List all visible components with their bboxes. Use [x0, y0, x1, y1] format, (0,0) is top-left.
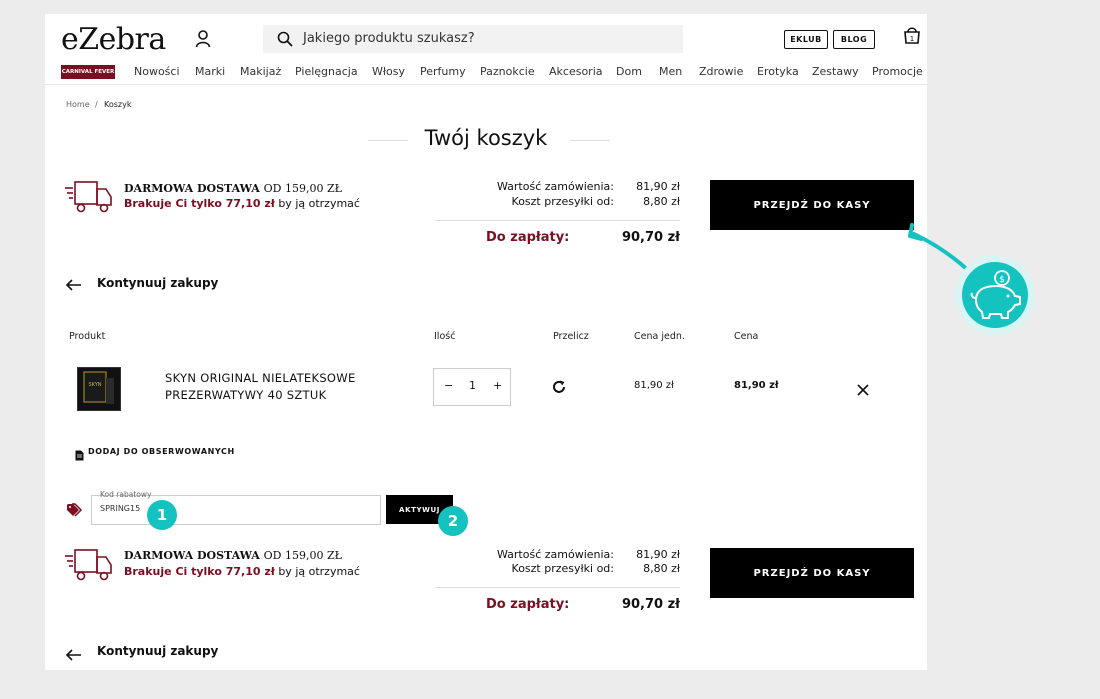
page: eZebra Jakiego produktu szukasz? EKLUB B…: [45, 14, 927, 670]
continue-shopping-link-bottom[interactable]: Kontynuuj zakupy: [97, 644, 218, 658]
delivery-truck-icon: [65, 180, 113, 218]
unit-price: 81,90 zł: [634, 380, 674, 391]
product-name-line1: SKYN ORIGINAL NIELATEKSOWE: [165, 371, 356, 385]
summary-divider-bottom: [435, 587, 680, 588]
col-head-price: Cena: [734, 331, 759, 342]
step-marker-1: 1: [147, 500, 177, 530]
quantity-stepper[interactable]: − 1 +: [433, 368, 511, 406]
qty-value[interactable]: 1: [469, 379, 476, 392]
free-delivery-missing: Brakuje Ci tylko 77,10 zł by ją otrzymać: [124, 197, 360, 210]
eklub-button[interactable]: EKLUB: [784, 30, 828, 49]
add-to-watchlist-link[interactable]: DODAJ DO OBSERWOWANYCH: [88, 447, 235, 456]
nav-promo-badge[interactable]: CARNIVAL FEVER: [61, 65, 115, 79]
qty-minus-button[interactable]: −: [444, 379, 453, 392]
nav-item-zdrowie[interactable]: Zdrowie: [699, 65, 743, 78]
nav-item-promocje[interactable]: Promocje: [872, 65, 923, 78]
product-image[interactable]: SKYN: [77, 367, 121, 411]
search-input[interactable]: Jakiego produktu szukasz?: [263, 25, 683, 53]
product-name-line2: PREZERWATYWY 40 SZTUK: [165, 388, 327, 402]
nav-item-marki[interactable]: Marki: [195, 65, 225, 78]
step-marker-2: 2: [438, 506, 468, 536]
tag-icon: [67, 502, 85, 521]
free-delivery-heading-bottom: DARMOWA DOSTAWA OD 159,00 ZŁ: [124, 549, 342, 562]
svg-text:SKYN: SKYN: [88, 382, 101, 388]
free-delivery-heading: DARMOWA DOSTAWA OD 159,00 ZŁ: [124, 182, 342, 195]
shipping-cost-value-bottom: 8,80 zł: [643, 562, 680, 575]
blog-button[interactable]: BLOG: [833, 30, 875, 49]
nav-item-dom[interactable]: Dom: [616, 65, 642, 78]
search-icon: [277, 31, 293, 51]
arrow-left-icon-bottom[interactable]: [65, 646, 82, 665]
col-head-recalc: Przelicz: [553, 331, 589, 342]
col-head-qty: Ilość: [434, 331, 456, 342]
qty-plus-button[interactable]: +: [493, 379, 502, 392]
nav-divider: [45, 84, 927, 85]
nav-item-paznokcie[interactable]: Paznokcie: [480, 65, 535, 78]
nav-item-men[interactable]: Men: [659, 65, 682, 78]
cart-icon[interactable]: 1: [903, 25, 921, 49]
page-title: Twój koszyk: [424, 126, 548, 150]
col-head-product: Produkt: [69, 331, 106, 342]
search-placeholder: Jakiego produktu szukasz?: [303, 31, 475, 46]
nav-item-nowosci[interactable]: Nowości: [134, 65, 180, 78]
summary-divider: [435, 220, 680, 221]
nav-item-makijaz[interactable]: Makijaż: [240, 65, 281, 78]
title-line-right: [570, 140, 610, 141]
nav-item-akcesoria[interactable]: Akcesoria: [549, 65, 603, 78]
delivery-truck-icon-bottom: [65, 548, 113, 586]
nav-item-pielegnacja[interactable]: Pielęgnacja: [295, 65, 358, 78]
breadcrumb-current: Koszyk: [104, 100, 132, 109]
piggy-bank-icon: $: [962, 262, 1028, 328]
document-icon: [75, 446, 84, 465]
shipping-cost-label-bottom: Koszt przesyłki od:: [511, 562, 614, 575]
coupon-value[interactable]: SPRING15: [100, 504, 140, 513]
free-delivery-missing-bottom: Brakuje Ci tylko 77,10 zł by ją otrzymać: [124, 565, 360, 578]
coupon-label: Kod rabatowy: [100, 490, 152, 499]
nav-item-erotyka[interactable]: Erotyka: [757, 65, 799, 78]
breadcrumb-home[interactable]: Home: [66, 100, 90, 109]
total-value: 90,70 zł: [621, 230, 680, 245]
continue-shopping-link[interactable]: Kontynuuj zakupy: [97, 276, 218, 290]
total-value-bottom: 90,70 zł: [621, 597, 680, 612]
total-label: Do zapłaty:: [486, 230, 570, 245]
total-label-bottom: Do zapłaty:: [486, 597, 570, 612]
checkout-button-bottom[interactable]: PRZEJDŹ DO KASY: [710, 548, 914, 598]
nav-item-zestawy[interactable]: Zestawy: [812, 65, 859, 78]
order-value-label: Wartość zamówienia:: [496, 180, 614, 193]
shipping-cost-value: 8,80 zł: [643, 195, 680, 208]
order-value: 81,90 zł: [636, 180, 680, 193]
nav-item-wlosy[interactable]: Włosy: [372, 65, 405, 78]
line-price: 81,90 zł: [734, 380, 779, 391]
recalculate-icon[interactable]: [552, 379, 566, 398]
logo[interactable]: eZebra: [61, 22, 166, 57]
shipping-cost-label: Koszt przesyłki od:: [511, 195, 614, 208]
checkout-button[interactable]: PRZEJDŹ DO KASY: [710, 180, 914, 230]
col-head-unit-price: Cena jedn.: [634, 331, 685, 342]
arrow-left-icon[interactable]: [65, 276, 82, 295]
nav-item-perfumy[interactable]: Perfumy: [420, 65, 466, 78]
svg-text:$: $: [999, 275, 1005, 285]
breadcrumb-separator: /: [95, 100, 98, 109]
svg-text:1: 1: [910, 35, 914, 43]
order-value-label-bottom: Wartość zamówienia:: [496, 548, 614, 561]
remove-item-icon[interactable]: [857, 381, 869, 400]
user-icon[interactable]: [195, 30, 211, 52]
order-value-bottom: 81,90 zł: [636, 548, 680, 561]
product-name[interactable]: SKYN ORIGINAL NIELATEKSOWE PREZERWATYWY …: [165, 370, 356, 404]
